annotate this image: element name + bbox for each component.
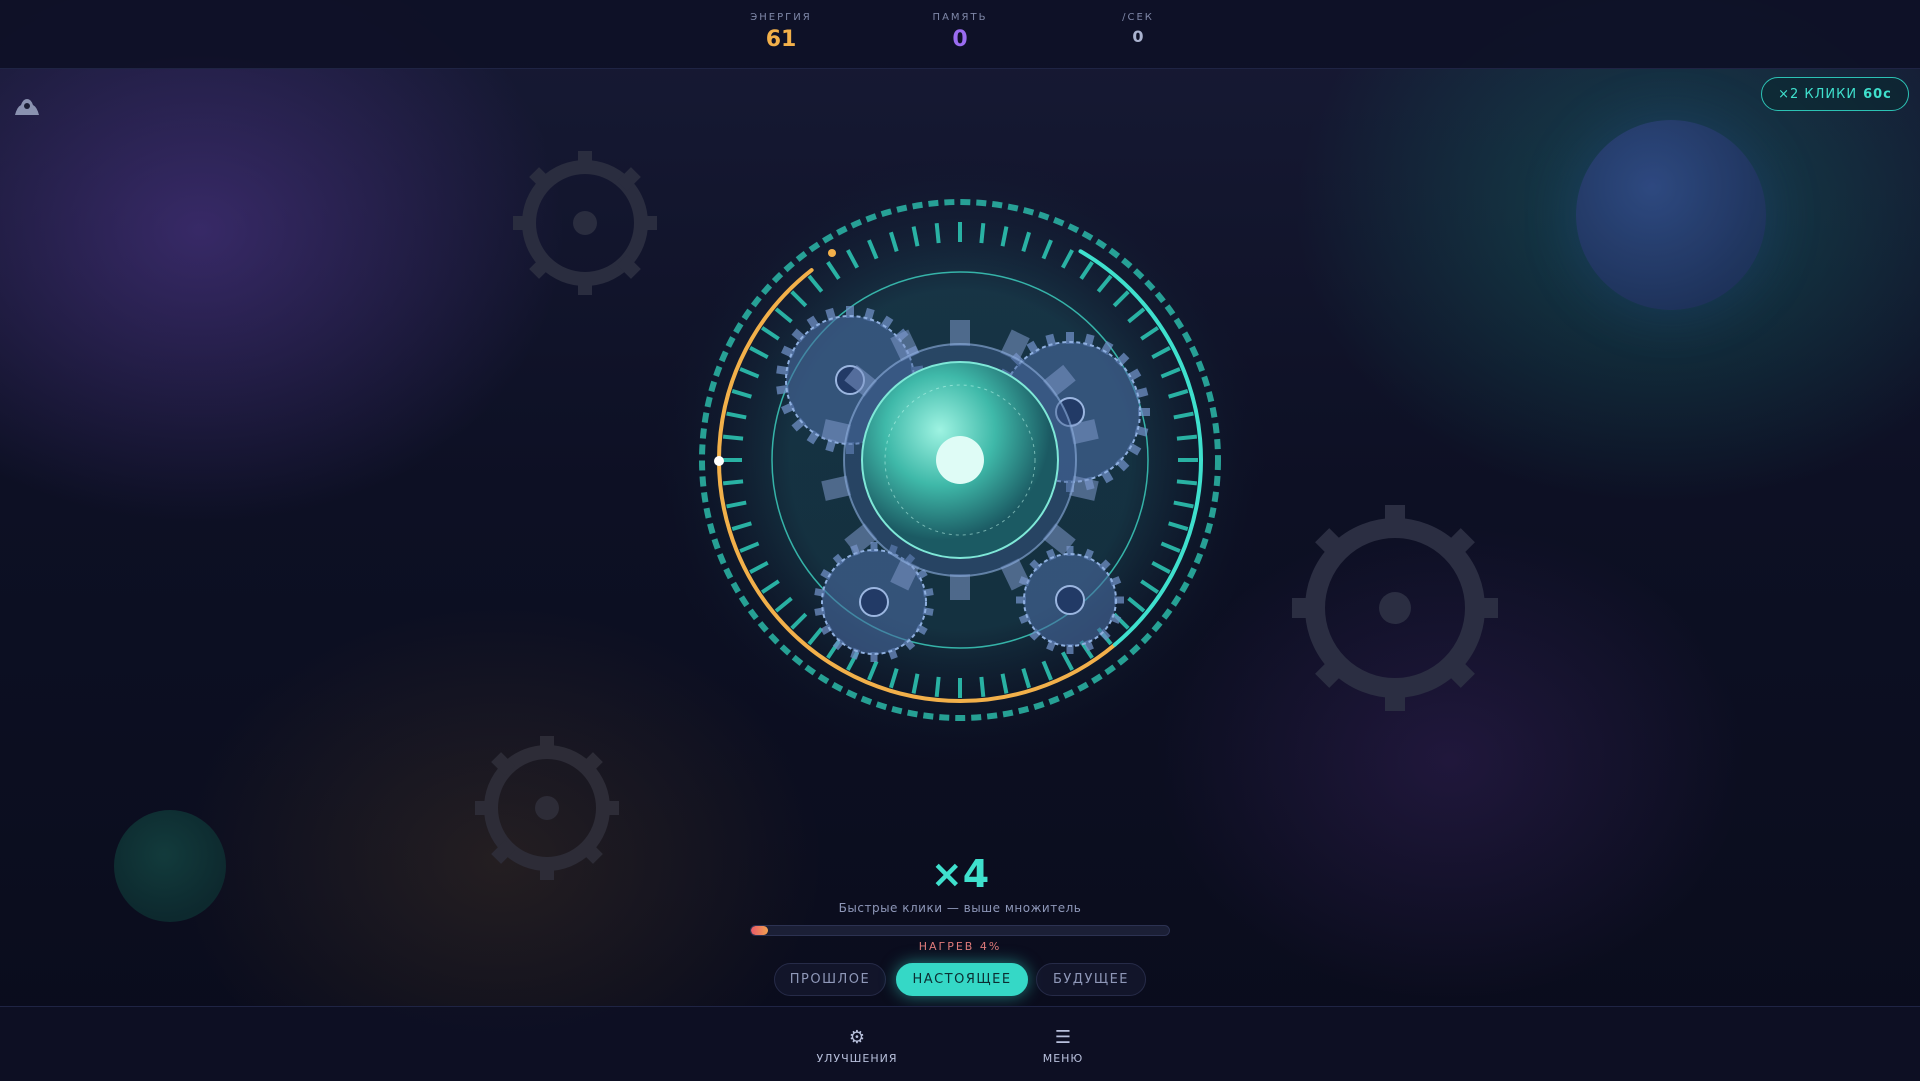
- menu-label: МЕНЮ: [1042, 1052, 1084, 1065]
- memory-value: 0: [952, 27, 968, 52]
- tick-mark: [722, 458, 742, 462]
- energy-stat: ЭНЕРГИЯ 61: [711, 12, 851, 52]
- rate-label: /СЕК: [1122, 12, 1154, 23]
- tab-past[interactable]: ПРОШЛОЕ: [774, 963, 886, 996]
- dial-gear-icon: [1016, 546, 1124, 654]
- boost-label: ×2 КЛИКИ: [1778, 86, 1858, 102]
- upgrades-label: УЛУЧШЕНИЯ: [816, 1052, 898, 1065]
- background-gear-icon: [513, 151, 657, 295]
- memory-label: ПАМЯТЬ: [932, 12, 988, 23]
- top-stats-bar: ЭНЕРГИЯ 61 ПАМЯТЬ 0 /СЕК 0: [0, 0, 1920, 69]
- multiplier-value: ×4: [930, 852, 990, 896]
- heat-bar-fill: [751, 926, 768, 935]
- boost-timer: 60с: [1863, 86, 1892, 102]
- tick-mark: [958, 678, 962, 698]
- background-planet: [114, 810, 226, 922]
- multiplier-hint: Быстрые клики — выше множитель: [838, 901, 1082, 915]
- rate-stat: /СЕК 0: [1068, 12, 1208, 46]
- core-dial-svg[interactable]: [650, 150, 1270, 770]
- energy-value: 61: [765, 27, 797, 52]
- heat-label: НАГРЕВ 4%: [918, 940, 1002, 953]
- progress-marker: [714, 456, 724, 466]
- core-dial[interactable]: [650, 150, 1270, 770]
- tab-future[interactable]: БУДУЩЕЕ: [1036, 963, 1146, 996]
- tick-mark: [958, 222, 962, 242]
- background-gear-icon: [1292, 505, 1498, 711]
- upgrades-button[interactable]: ⚙ УЛУЧШЕНИЯ: [797, 1027, 917, 1066]
- rate-value: 0: [1132, 27, 1144, 46]
- background-gear-icon: [475, 736, 619, 880]
- energy-label: ЭНЕРГИЯ: [750, 12, 812, 23]
- gear-icon: ⚙: [848, 1027, 866, 1048]
- boost-badge[interactable]: ×2 КЛИКИ 60с: [1761, 77, 1909, 111]
- heat-bar: [750, 925, 1170, 936]
- spark-particle: [828, 249, 836, 257]
- menu-icon: ☰: [1054, 1027, 1072, 1048]
- background-planet: [1576, 120, 1766, 310]
- tick-mark: [1178, 458, 1198, 462]
- core-center: [936, 436, 984, 484]
- tab-present[interactable]: НАСТОЯЩЕЕ: [896, 963, 1028, 996]
- menu-button[interactable]: ☰ МЕНЮ: [1003, 1027, 1123, 1066]
- memory-stat: ПАМЯТЬ 0: [890, 12, 1030, 52]
- ghost-icon[interactable]: [10, 94, 44, 120]
- bottom-nav: ⚙ УЛУЧШЕНИЯ ☰ МЕНЮ: [0, 1006, 1920, 1081]
